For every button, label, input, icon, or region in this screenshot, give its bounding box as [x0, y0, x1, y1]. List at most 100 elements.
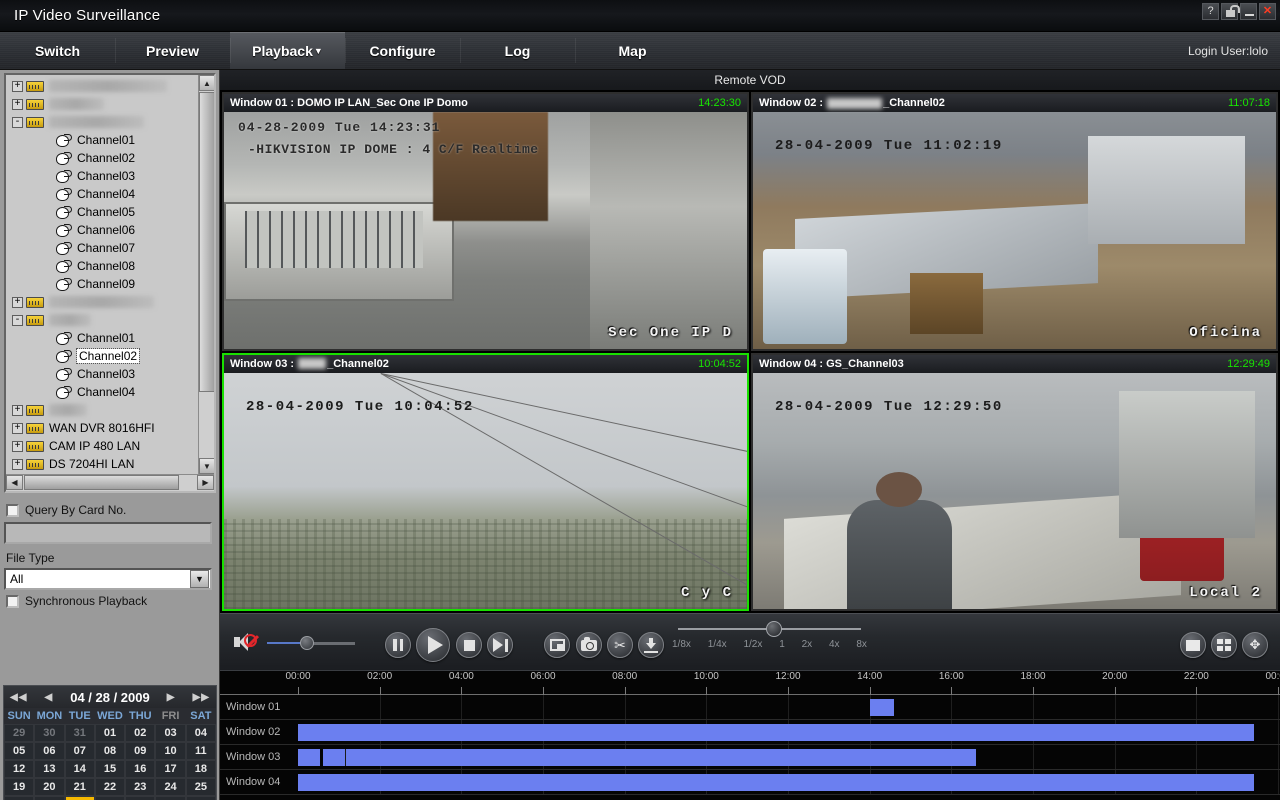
video-window-4[interactable]: 28-04-2009 Tue 12:29:50 Local 2 Window 04 …: [751, 352, 1278, 611]
expand-icon[interactable]: +: [12, 440, 23, 452]
tree-item-device[interactable]: +: [6, 293, 214, 311]
calendar-day[interactable]: 29: [4, 724, 35, 742]
sync-playback-checkbox[interactable]: [6, 594, 19, 608]
fullscreen-button[interactable]: ✥: [1242, 632, 1268, 658]
speaker-mute-icon[interactable]: [234, 633, 257, 651]
calendar-day[interactable]: 11: [185, 742, 216, 760]
calendar-day[interactable]: 10: [155, 742, 186, 760]
tree-vertical-scrollbar[interactable]: ▲ ▼: [198, 75, 214, 474]
expand-icon[interactable]: +: [12, 404, 23, 416]
speed-label[interactable]: 8x: [856, 639, 867, 650]
tree-item-device[interactable]: + WAN DVR 8016HFI: [6, 419, 214, 437]
tab-preview[interactable]: Preview: [115, 32, 230, 69]
pip-button[interactable]: [544, 632, 570, 658]
calendar-day[interactable]: 07: [64, 742, 95, 760]
timeline-track-area[interactable]: [292, 695, 1280, 719]
timeline-recording-segment[interactable]: [298, 774, 1254, 791]
calendar-day[interactable]: 04: [185, 724, 216, 742]
expand-icon[interactable]: +: [12, 422, 23, 434]
timeline-recording-segment[interactable]: [869, 699, 895, 716]
calendar-day[interactable]: 15: [94, 760, 126, 778]
video-window-1[interactable]: 04-28-2009 Tue 14:23:31 -HIKVISION IP DOM…: [222, 92, 749, 351]
file-type-select[interactable]: All ▼: [4, 568, 212, 590]
volume-slider[interactable]: [267, 636, 355, 650]
calendar-day[interactable]: 26: [4, 796, 35, 800]
scroll-thumb-vertical[interactable]: [199, 92, 214, 392]
calendar-grid[interactable]: SUN MON TUE WED THU FRI SAT 29 30 31 01 02 03 04 05 06 0…: [4, 708, 216, 800]
timeline-track-area[interactable]: [292, 745, 1280, 769]
tree-item-channel[interactable]: Channel04: [6, 185, 214, 203]
tree-horizontal-scrollbar[interactable]: ◀ ▶: [6, 474, 214, 491]
next-year-icon[interactable]: ▶▶: [193, 692, 210, 703]
speed-label[interactable]: 1/4x: [708, 639, 727, 650]
speed-label[interactable]: 1/8x: [672, 639, 691, 650]
tab-playback[interactable]: Playback ▼: [230, 32, 345, 69]
calendar-day[interactable]: 30: [125, 796, 156, 800]
calendar-day[interactable]: 08: [94, 742, 126, 760]
play-button[interactable]: [416, 628, 450, 662]
tree-item-channel[interactable]: Channel09: [6, 275, 214, 293]
download-button[interactable]: [638, 632, 664, 658]
calendar-day[interactable]: 24: [155, 778, 186, 796]
prev-month-icon[interactable]: ◀: [44, 692, 53, 703]
tree-item-device[interactable]: -: [6, 311, 214, 329]
timeline-track-row[interactable]: Window 04: [220, 770, 1280, 795]
layout-quad-button[interactable]: [1211, 632, 1237, 658]
calendar-day[interactable]: 30: [34, 724, 65, 742]
query-by-card-row[interactable]: Query By Card No.: [6, 503, 126, 517]
calendar-day[interactable]: 18: [185, 760, 216, 778]
video-window-3[interactable]: 28-04-2009 Tue 10:04:52 C y C Window 03 : …: [222, 352, 749, 611]
calendar-day[interactable]: 01: [155, 796, 186, 800]
layout-single-button[interactable]: [1180, 632, 1206, 658]
tree-item-device[interactable]: +: [6, 95, 214, 113]
calendar-day[interactable]: 06: [34, 742, 65, 760]
tree-item-channel[interactable]: Channel07: [6, 239, 214, 257]
calendar-day[interactable]: 02: [125, 724, 156, 742]
timeline-track-row[interactable]: Window 01: [220, 695, 1280, 720]
query-by-card-checkbox[interactable]: [6, 503, 19, 517]
calendar-day[interactable]: 22: [94, 778, 126, 796]
tree-item-channel[interactable]: Channel01: [6, 329, 214, 347]
sync-playback-row[interactable]: Synchronous Playback: [6, 594, 147, 608]
video-window-2[interactable]: 28-04-2009 Tue 11:02:19 Oficina Window 02 …: [751, 92, 1278, 351]
calendar[interactable]: ◀◀ ◀ 04 / 28 / 2009 ▶ ▶▶ SUN MON TUE WED THU…: [3, 685, 217, 800]
timeline-recording-segment[interactable]: [322, 749, 976, 766]
calendar-day[interactable]: 17: [155, 760, 186, 778]
tree-item-channel[interactable]: Channel03: [6, 167, 214, 185]
calendar-day[interactable]: 01: [94, 724, 126, 742]
device-tree[interactable]: + + - Channel01 Channel02 Channel03 Channel…: [4, 73, 216, 493]
calendar-day[interactable]: 20: [34, 778, 65, 796]
calendar-day-selected[interactable]: 28: [64, 796, 95, 800]
tree-item-device[interactable]: + CAM IP 480 LAN: [6, 437, 214, 455]
timeline-recording-segment[interactable]: [298, 724, 1254, 741]
calendar-day[interactable]: 25: [185, 778, 216, 796]
calendar-day[interactable]: 19: [4, 778, 35, 796]
lock-icon[interactable]: [1221, 3, 1240, 20]
expand-icon[interactable]: +: [12, 458, 23, 470]
snapshot-button[interactable]: [576, 632, 602, 658]
tree-item-channel[interactable]: Channel02: [6, 347, 214, 365]
frame-step-button[interactable]: [487, 632, 513, 658]
next-month-icon[interactable]: ▶: [167, 692, 176, 703]
card-number-input[interactable]: [4, 522, 212, 544]
scroll-left-icon[interactable]: ◀: [6, 475, 23, 490]
timeline-ruler[interactable]: 00:00 02:00 04:00 06:00 08:00 10:00 12:00 14:00…: [220, 671, 1280, 695]
collapse-icon[interactable]: -: [12, 314, 23, 326]
tab-switch[interactable]: Switch: [0, 32, 115, 69]
collapse-icon[interactable]: -: [12, 116, 23, 128]
minimize-icon[interactable]: [1240, 3, 1257, 20]
calendar-day[interactable]: 09: [125, 742, 156, 760]
help-icon[interactable]: ?: [1202, 3, 1219, 20]
pause-button[interactable]: [385, 632, 411, 658]
calendar-day[interactable]: 29: [94, 796, 126, 800]
close-icon[interactable]: ✕: [1259, 3, 1276, 20]
timeline-track-area[interactable]: [292, 770, 1280, 794]
tree-item-channel[interactable]: Channel01: [6, 131, 214, 149]
speed-label[interactable]: 2x: [802, 639, 813, 650]
playback-speed-slider[interactable]: 1/8x 1/4x 1/2x 1 2x 4x 8x: [672, 620, 867, 654]
calendar-day[interactable]: 27: [34, 796, 65, 800]
chevron-down-icon[interactable]: ▼: [190, 570, 209, 588]
tree-item-channel[interactable]: Channel06: [6, 221, 214, 239]
scroll-down-icon[interactable]: ▼: [199, 458, 214, 474]
tree-item-channel[interactable]: Channel02: [6, 149, 214, 167]
